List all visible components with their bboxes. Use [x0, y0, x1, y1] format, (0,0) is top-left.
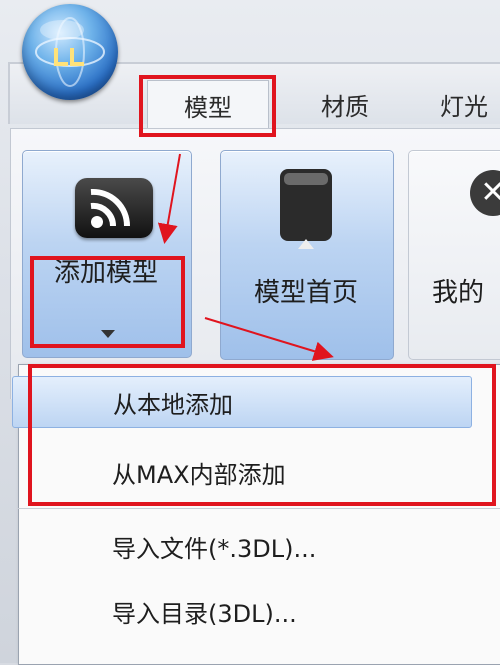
arrow-add-to-menu: [204, 317, 334, 361]
arrow-tab-to-add: [157, 153, 181, 244]
annotation-arrows: [157, 153, 334, 361]
